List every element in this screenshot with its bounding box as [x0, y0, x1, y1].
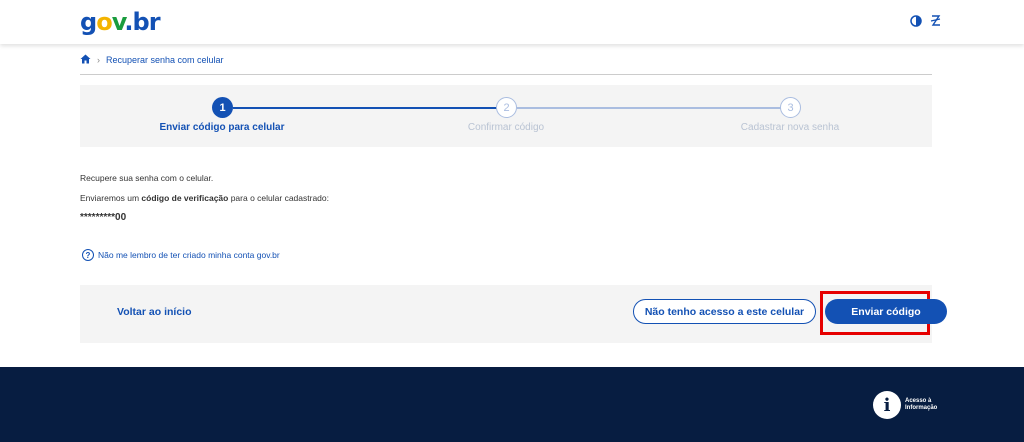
site-header: gov.br [0, 0, 1024, 44]
question-icon: ? [82, 249, 94, 261]
verification-text: Enviaremos um código de verificação para… [80, 193, 329, 203]
step-connector-1 [233, 107, 507, 109]
step-1-circle: 1 [212, 97, 233, 118]
chevron-right-icon: › [97, 55, 100, 65]
help-link[interactable]: ? Não me lembro de ter criado minha cont… [82, 249, 280, 261]
action-bar: Voltar ao início Não tenho acesso a este… [80, 285, 947, 343]
instruction-text: Recupere sua senha com o celular. [80, 173, 214, 183]
divider [80, 74, 932, 75]
info-icon: i [873, 391, 901, 419]
breadcrumb: › Recuperar senha com celular [80, 52, 224, 68]
govbr-logo[interactable]: gov.br [80, 8, 161, 36]
accessibility-icon[interactable] [929, 14, 943, 28]
help-link-text: Não me lembro de ter criado minha conta … [98, 250, 280, 260]
home-icon[interactable] [80, 54, 91, 66]
step-3-circle: 3 [780, 97, 801, 118]
step-1-label: Enviar código para celular [159, 122, 285, 133]
masked-phone-number: *********00 [80, 212, 127, 223]
contrast-icon[interactable] [910, 14, 924, 28]
site-footer: i Acesso à Informação [0, 367, 1024, 442]
step-3-label: Cadastrar nova senha [740, 122, 840, 133]
no-access-button[interactable]: Não tenho acesso a este celular [633, 299, 816, 324]
back-to-start-link[interactable]: Voltar ao início [117, 306, 191, 318]
send-code-button[interactable]: Enviar código [825, 299, 947, 324]
step-connector-2 [517, 107, 791, 109]
breadcrumb-current: Recuperar senha com celular [106, 55, 224, 65]
step-2-circle: 2 [496, 97, 517, 118]
access-information-badge[interactable]: i Acesso à Informação [873, 391, 937, 419]
stepper: 1 2 3 Enviar código para celular Confirm… [80, 85, 932, 147]
step-2-label: Confirmar código [467, 122, 545, 133]
